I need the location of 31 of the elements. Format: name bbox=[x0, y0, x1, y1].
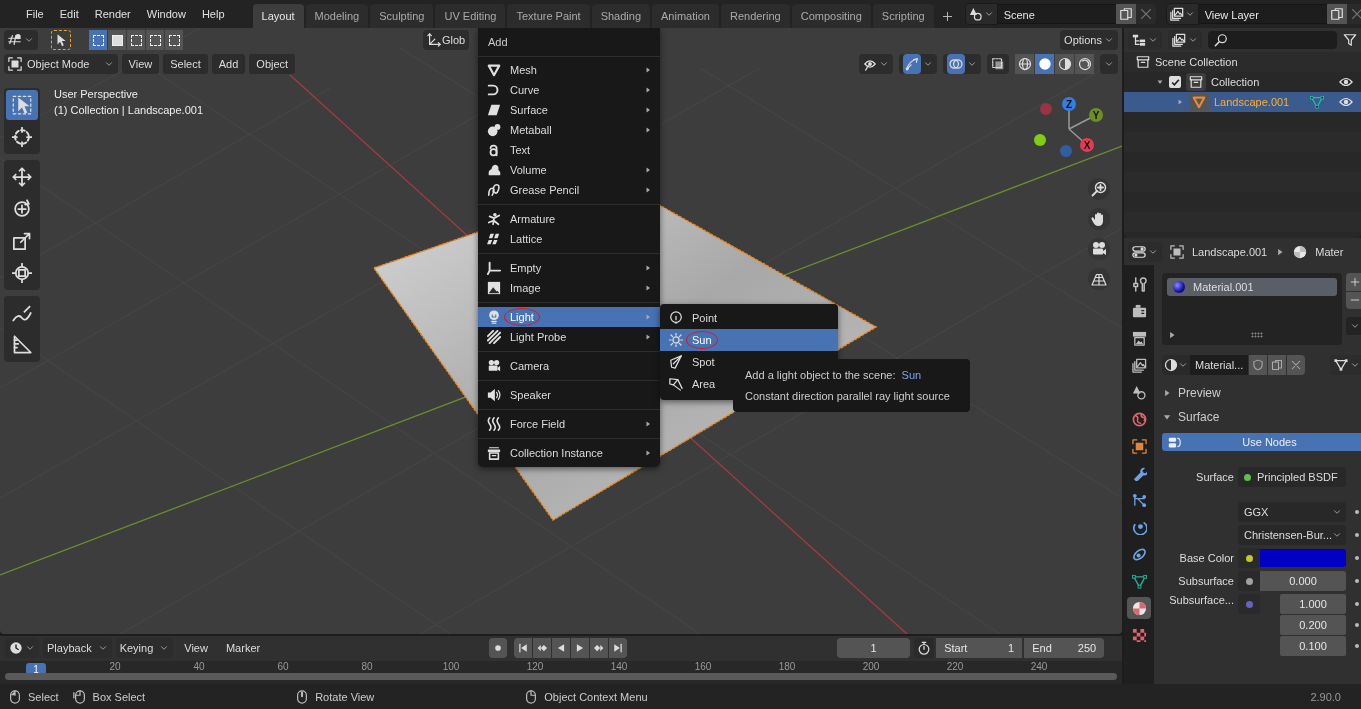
frame-number: 120 bbox=[525, 660, 545, 672]
field-label: Surface bbox=[1195, 471, 1234, 483]
status-hint: Select bbox=[28, 690, 59, 703]
frame-number: 180 bbox=[777, 660, 797, 672]
frame-number: 40 bbox=[192, 660, 206, 672]
frame-number: 240 bbox=[1029, 660, 1049, 672]
tooltip-description: Constant direction parallel ray light source bbox=[745, 390, 951, 402]
frame-number: 140 bbox=[609, 660, 629, 672]
status-hint: Box Select bbox=[92, 690, 146, 703]
outliner-label: Landscape.001 bbox=[1214, 96, 1291, 108]
field-label: Subsurface bbox=[1177, 575, 1234, 587]
frame-number: 80 bbox=[360, 660, 374, 672]
field-label: Subsurface... bbox=[1168, 594, 1234, 606]
frame-number: 60 bbox=[276, 660, 290, 672]
breadcrumb-object: Landscape.001 bbox=[1192, 245, 1268, 258]
frame-number: 160 bbox=[693, 660, 713, 672]
frame-number: 20 bbox=[108, 660, 122, 672]
tooltip-text: Add a light object to the scene: Sun bbox=[745, 369, 923, 381]
version-label: 2.90.0 bbox=[1310, 690, 1341, 703]
status-hint: Rotate View bbox=[315, 690, 375, 703]
frame-number: 100 bbox=[441, 660, 461, 672]
outliner-label: Scene Collection bbox=[1155, 56, 1239, 68]
outliner-label: Collection bbox=[1211, 76, 1261, 88]
menu-title: Add bbox=[478, 28, 660, 57]
status-hint: Object Context Menu bbox=[544, 690, 648, 703]
viewport-info: (1) Collection | Landscape.001 bbox=[54, 104, 203, 116]
breadcrumb-context: Mater bbox=[1315, 245, 1344, 258]
frame-number: 200 bbox=[861, 660, 881, 672]
field-label: Base Color bbox=[1178, 552, 1234, 564]
viewport-info: User Perspective bbox=[54, 88, 139, 100]
frame-number: 220 bbox=[945, 660, 965, 672]
